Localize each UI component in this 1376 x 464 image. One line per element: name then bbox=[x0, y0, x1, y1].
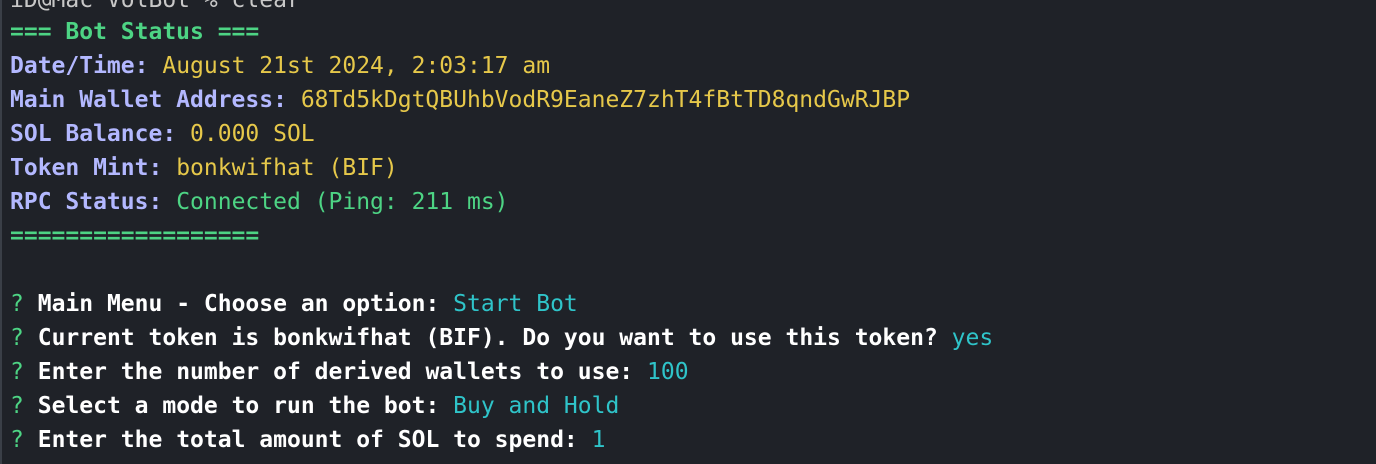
status-balance-row: SOL Balance: 0.000 SOL bbox=[10, 117, 315, 151]
prompt-answer: Start Bot bbox=[453, 291, 578, 317]
status-rpc-row: RPC Status: Connected (Ping: 211 ms) bbox=[10, 185, 509, 219]
question-marker-icon: ? bbox=[10, 427, 24, 453]
prompt-question: Select a mode to run the bot: bbox=[37, 393, 440, 419]
status-wallet-row: Main Wallet Address: 68Td5kDgtQBUhbVodR9… bbox=[10, 83, 910, 117]
prompt-line: ? Enter the total amount of SOL to spend… bbox=[10, 423, 605, 457]
status-token-row: Token Mint: bonkwifhat (BIF) bbox=[10, 151, 398, 185]
datetime-label: Date/Time: bbox=[10, 53, 149, 79]
terminal-left-border bbox=[0, 0, 2, 464]
status-header: === Bot Status === bbox=[10, 19, 260, 45]
token-label: Token Mint: bbox=[10, 155, 163, 181]
question-marker-icon: ? bbox=[10, 325, 24, 351]
wallet-address-value: 68Td5kDgtQBUhbVodR9EaneZ7zhT4fBtTD8qndGw… bbox=[300, 87, 911, 113]
status-footer: ================== bbox=[10, 223, 260, 249]
prompt-question: Enter the number of derived wallets to u… bbox=[37, 359, 634, 385]
token-value: bonkwifhat (BIF) bbox=[176, 155, 398, 181]
prompt-answer: 1 bbox=[591, 427, 606, 453]
rpc-label: RPC Status: bbox=[10, 189, 163, 215]
prompt-question: Enter the total amount of SOL to spend: bbox=[37, 427, 578, 453]
datetime-value: August 21st 2024, 2:03:17 am bbox=[162, 53, 551, 79]
prompt-line: ? Enter the number of derived wallets to… bbox=[10, 355, 689, 389]
prompt-answer: Buy and Hold bbox=[453, 393, 620, 419]
rpc-value: Connected (Ping: 211 ms) bbox=[176, 189, 509, 215]
status-datetime-row: Date/Time: August 21st 2024, 2:03:17 am bbox=[10, 49, 550, 83]
prompt-answer: 100 bbox=[647, 359, 689, 385]
prompt-line: ? Current token is bonkwifhat (BIF). Do … bbox=[10, 321, 993, 355]
wallet-label: Main Wallet Address: bbox=[10, 87, 287, 113]
prompt-question: Current token is bonkwifhat (BIF). Do yo… bbox=[37, 325, 938, 351]
balance-label: SOL Balance: bbox=[10, 121, 177, 147]
prompt-line: ? Main Menu - Choose an option: Start Bo… bbox=[10, 287, 578, 321]
question-marker-icon: ? bbox=[10, 359, 24, 385]
prompt-answer: yes bbox=[951, 325, 994, 351]
question-marker-icon: ? bbox=[10, 291, 24, 317]
balance-value: 0.000 SOL bbox=[190, 121, 315, 147]
terminal-window[interactable]: iD@Mac VolBot % clear === Bot Status ===… bbox=[0, 0, 1376, 464]
question-marker-icon: ? bbox=[10, 393, 24, 419]
prompt-question: Main Menu - Choose an option: bbox=[37, 291, 440, 317]
prompt-line: ? Select a mode to run the bot: Buy and … bbox=[10, 389, 619, 423]
